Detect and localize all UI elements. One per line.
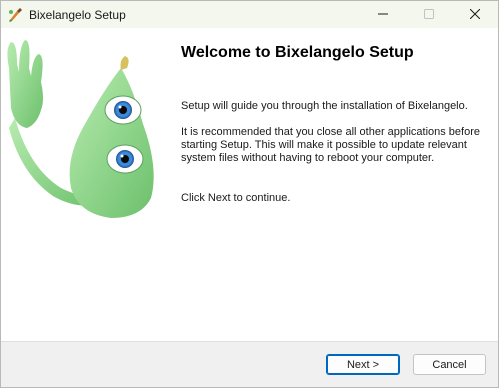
next-button[interactable]: Next > <box>326 354 400 375</box>
welcome-heading: Welcome to Bixelangelo Setup <box>181 44 414 61</box>
setup-window: Bixelangelo Setup Welcome to Bixelangelo… <box>0 0 499 388</box>
intro-paragraph: Setup will guide you through the install… <box>181 100 468 112</box>
maximize-button <box>406 1 452 28</box>
continue-paragraph: Click Next to continue. <box>181 192 291 204</box>
button-bar: Next > Cancel <box>1 341 498 387</box>
close-icon <box>470 9 480 19</box>
app-icon <box>7 7 23 23</box>
mascot-illustration <box>7 40 154 218</box>
close-button[interactable] <box>452 1 498 28</box>
minimize-button[interactable] <box>360 1 406 28</box>
wizard-sidebar-image <box>1 28 165 341</box>
close-apps-paragraph: It is recommended that you close all oth… <box>181 126 480 164</box>
window-title: Bixelangelo Setup <box>29 8 126 22</box>
title-bar[interactable]: Bixelangelo Setup <box>1 1 498 28</box>
maximize-icon <box>424 9 434 19</box>
minimize-icon <box>378 13 388 15</box>
cancel-button[interactable]: Cancel <box>413 354 486 375</box>
